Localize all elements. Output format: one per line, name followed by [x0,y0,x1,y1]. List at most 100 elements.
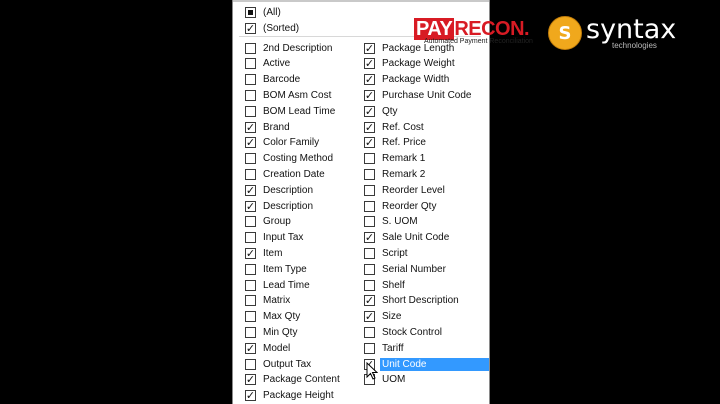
column-option-min-qty[interactable]: Min Qty [245,324,297,340]
checkbox[interactable] [364,168,375,180]
checkbox[interactable] [245,263,256,275]
column-option-matrix[interactable]: Matrix [245,293,290,309]
checkbox[interactable]: ✓ [245,137,256,149]
column-option-tariff[interactable]: Tariff [364,340,404,356]
checkbox[interactable] [245,89,256,101]
checkbox[interactable]: ✓ [364,89,375,101]
checkbox[interactable]: ✓ [364,105,375,117]
checkbox[interactable] [245,216,256,228]
column-option-package-height[interactable]: ✓ Package Height [245,388,334,404]
column-option-item-type[interactable]: Item Type [245,261,307,277]
checkbox[interactable] [364,184,375,196]
column-option-bom-asm-cost[interactable]: BOM Asm Cost [245,87,331,103]
column-option-shelf[interactable]: Shelf [364,277,405,293]
option-label: (Sorted) [263,22,300,34]
column-option-short-description[interactable]: ✓ Short Description [364,293,459,309]
option-label: Matrix [263,295,291,307]
column-option-reorder-level[interactable]: Reorder Level [364,182,445,198]
checkbox[interactable] [245,105,256,117]
checkbox[interactable] [364,342,375,354]
checkbox[interactable] [245,358,256,370]
checkbox[interactable]: ✓ [364,137,375,149]
column-option-active[interactable]: Active [245,56,290,72]
column-option-description[interactable]: ✓ Description [245,182,313,198]
column-option-remark-2[interactable]: Remark 2 [364,166,425,182]
column-option-ref-price[interactable]: ✓ Ref. Price [364,135,426,151]
checkbox[interactable] [364,263,375,275]
option-label: Item [263,247,283,259]
checkbox[interactable] [364,279,375,291]
column-option-brand[interactable]: ✓ Brand [245,119,290,135]
column-option-color-family[interactable]: ✓ Color Family [245,135,319,151]
checkbox[interactable] [245,295,256,307]
column-option-package-content[interactable]: ✓ Package Content [245,372,340,388]
column-option-unit-code[interactable]: ✓ Unit Code [364,356,489,372]
checkbox[interactable]: ✓ [364,74,375,86]
column-option-stock-control[interactable]: Stock Control [364,324,442,340]
checkbox[interactable] [245,42,256,54]
checkbox[interactable]: ✓ [364,58,375,70]
column-option-input-tax[interactable]: Input Tax [245,230,303,246]
column-option-qty[interactable]: ✓ Qty [364,103,398,119]
checkbox[interactable]: ✓ [245,200,256,212]
column-option-package-width[interactable]: ✓ Package Width [364,72,449,88]
checkbox[interactable]: ✓ [245,342,256,354]
column-option-item[interactable]: ✓ Item [245,245,282,261]
checkbox[interactable]: ✓ [364,121,375,133]
checkbox[interactable] [245,74,256,86]
column-option-all[interactable]: (All) [245,4,281,20]
column-option-output-tax[interactable]: Output Tax [245,356,311,372]
checkbox[interactable] [245,279,256,291]
checkbox[interactable] [364,326,375,338]
column-option-sale-unit-code[interactable]: ✓ Sale Unit Code [364,230,449,246]
column-option-2nd-description[interactable]: 2nd Description [245,40,332,56]
column-option-package-weight[interactable]: ✓ Package Weight [364,56,455,72]
checkbox[interactable] [245,153,256,165]
column-option-reorder-qty[interactable]: Reorder Qty [364,198,436,214]
checkbox[interactable] [364,247,375,259]
column-option-script[interactable]: Script [364,245,408,261]
option-label: Remark 2 [382,168,426,180]
column-option-model[interactable]: ✓ Model [245,340,290,356]
checkbox[interactable] [245,6,256,18]
column-option-remark-1[interactable]: Remark 1 [364,151,425,167]
checkbox[interactable] [245,326,256,338]
column-option-serial-number[interactable]: Serial Number [364,261,446,277]
checkbox[interactable] [245,232,256,244]
column-option-costing-method[interactable]: Costing Method [245,151,333,167]
option-label: Ref. Cost [382,121,424,133]
option-label: Barcode [263,74,301,86]
column-option-purchase-unit-code[interactable]: ✓ Purchase Unit Code [364,87,472,103]
option-label: Tariff [382,342,404,354]
checkbox[interactable]: ✓ [245,374,256,386]
checkbox[interactable] [245,58,256,70]
column-option-size[interactable]: ✓ Size [364,309,401,325]
checkbox[interactable]: ✓ [364,42,375,54]
checkbox[interactable] [245,311,256,323]
checkbox[interactable]: ✓ [245,22,256,34]
column-option-ref-cost[interactable]: ✓ Ref. Cost [364,119,424,135]
checkbox[interactable]: ✓ [245,121,256,133]
checkbox[interactable] [364,200,375,212]
option-label: Unit Code [380,357,489,371]
column-option-sorted[interactable]: ✓ (Sorted) [245,20,299,36]
column-option-description[interactable]: ✓ Description [245,198,313,214]
column-option-lead-time[interactable]: Lead Time [245,277,310,293]
checkbox[interactable]: ✓ [364,232,375,244]
column-option-barcode[interactable]: Barcode [245,72,300,88]
column-option-max-qty[interactable]: Max Qty [245,309,300,325]
checkbox[interactable] [245,168,256,180]
option-label: Description [263,184,314,196]
option-label: Sale Unit Code [382,232,450,244]
column-option-s-uom[interactable]: S. UOM [364,214,418,230]
checkbox[interactable] [364,216,375,228]
checkbox[interactable]: ✓ [245,390,256,402]
checkbox[interactable]: ✓ [364,295,375,307]
checkbox[interactable]: ✓ [245,247,256,259]
column-option-creation-date[interactable]: Creation Date [245,166,325,182]
column-option-bom-lead-time[interactable]: BOM Lead Time [245,103,335,119]
checkbox[interactable]: ✓ [364,311,375,323]
checkbox[interactable] [364,153,375,165]
column-option-group[interactable]: Group [245,214,291,230]
checkbox[interactable]: ✓ [245,184,256,196]
